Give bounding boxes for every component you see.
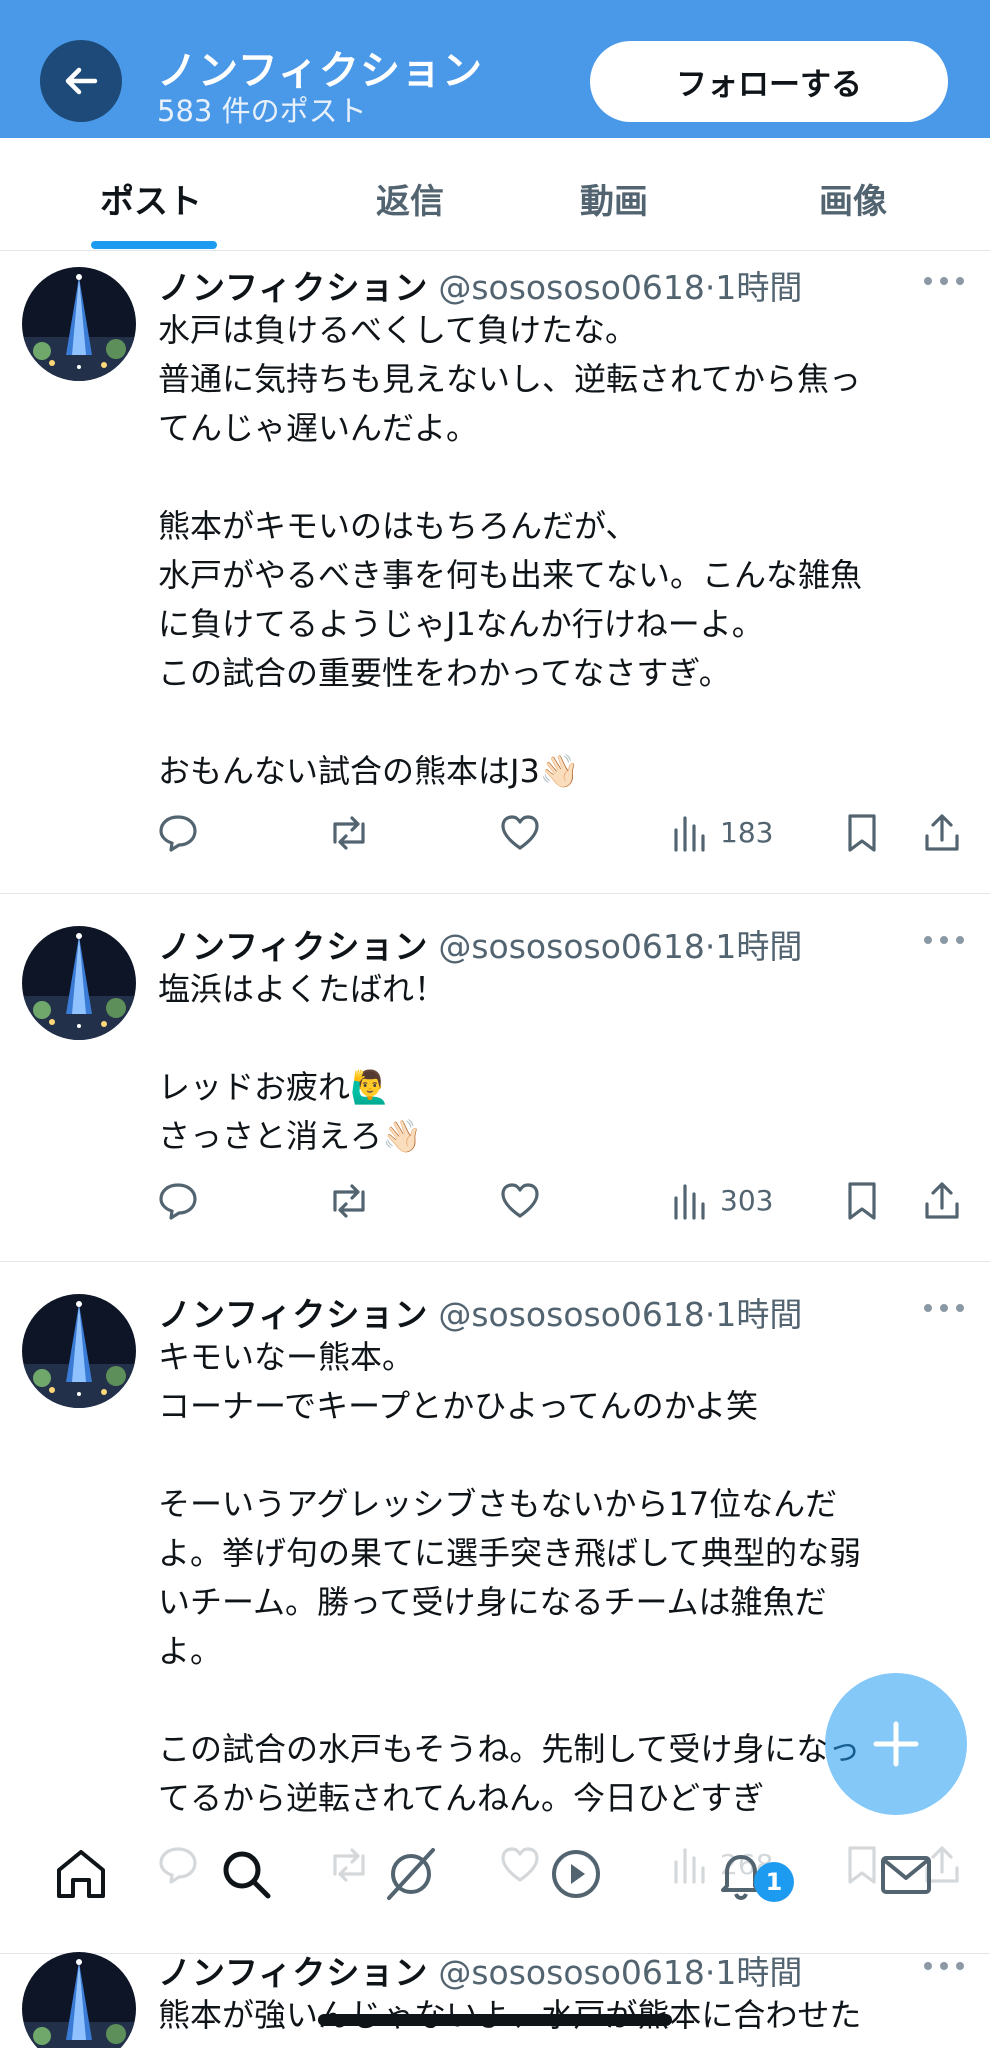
share-icon xyxy=(925,1182,959,1219)
compose-button[interactable] xyxy=(825,1673,967,1815)
play-icon xyxy=(552,1850,600,1898)
notification-badge: 1 xyxy=(754,1862,794,1902)
author-handle[interactable]: @sosososo0618 xyxy=(438,1953,705,1992)
arrow-left-icon xyxy=(65,67,98,95)
post-text: 水戸は負けるべくして負けたな。 普通に気持ちも見えないし、逆転されてから焦っ て… xyxy=(158,311,863,790)
tab-videos[interactable]: 動画 xyxy=(580,174,648,223)
nav-search[interactable] xyxy=(216,1844,276,1904)
post-actions: 183 xyxy=(0,812,990,862)
bookmark-button[interactable] xyxy=(845,1180,879,1222)
reply-button[interactable] xyxy=(157,1180,199,1222)
author-handle[interactable]: @sosososo0618 xyxy=(438,1295,705,1334)
grok-icon xyxy=(387,1848,435,1900)
post-item[interactable]: ノンフィクション@sosososo0618·1時間 熊本が強いんじゃないよ、水戸… xyxy=(0,1926,990,2048)
more-options-icon[interactable] xyxy=(924,277,964,287)
search-icon xyxy=(223,1851,271,1899)
author-handle[interactable]: @sosososo0618 xyxy=(438,268,705,307)
author-name[interactable]: ノンフィクション xyxy=(158,1295,428,1334)
active-tab-indicator xyxy=(91,241,217,249)
tab-images[interactable]: 画像 xyxy=(819,174,887,223)
heart-icon xyxy=(501,1183,539,1218)
post-text: 塩浜はよくたばれ！ レッドお疲れ🙋‍♂️ さっさと消えろ👋🏻 xyxy=(158,970,447,1155)
views-button[interactable]: 303 xyxy=(672,1180,773,1220)
nav-video[interactable] xyxy=(546,1844,606,1904)
views-chart-icon xyxy=(674,1184,705,1220)
reply-button[interactable] xyxy=(157,812,199,854)
post-header: ノンフィクション @sosososo0618·1時間 xyxy=(158,261,802,309)
share-button[interactable] xyxy=(922,812,962,854)
share-icon xyxy=(925,814,959,851)
author-name[interactable]: ノンフィクション xyxy=(158,1953,428,1992)
views-chart-icon xyxy=(674,816,705,852)
nav-messages[interactable] xyxy=(876,1844,936,1904)
post-header: ノンフィクション @sosososo0618·1時間 xyxy=(158,1946,802,1994)
post-time[interactable]: ·1時間 xyxy=(705,1295,803,1334)
post-header: ノンフィクション @sosososo0618·1時間 xyxy=(158,920,802,968)
nav-home[interactable] xyxy=(51,1844,111,1904)
post-time[interactable]: ·1時間 xyxy=(705,1953,803,1992)
views-count: 183 xyxy=(720,815,774,849)
post-item[interactable]: ノンフィクション @sosososo0618·1時間 塩浜はよくたばれ！ レッドお… xyxy=(0,894,990,1262)
post-header: ノンフィクション @sosososo0618·1時間 xyxy=(158,1288,802,1336)
avatar-image xyxy=(22,1952,136,2048)
avatar-image xyxy=(22,267,136,381)
more-options-icon[interactable] xyxy=(924,1962,964,1972)
bookmark-icon xyxy=(848,1182,876,1220)
share-button[interactable] xyxy=(922,1180,962,1222)
more-options-icon[interactable] xyxy=(924,1304,964,1314)
repost-icon xyxy=(333,816,365,850)
post-actions: 303 xyxy=(0,1180,990,1230)
heart-icon xyxy=(501,815,539,850)
views-count: 303 xyxy=(720,1183,774,1217)
author-handle[interactable]: @sosososo0618 xyxy=(438,927,705,966)
home-icon xyxy=(57,1850,105,1898)
like-button[interactable] xyxy=(499,1180,541,1222)
follow-button[interactable]: フォローする xyxy=(590,41,948,122)
reply-icon xyxy=(159,815,197,852)
bookmark-button[interactable] xyxy=(845,812,879,854)
back-button[interactable] xyxy=(40,40,122,122)
post-count: 583 件のポスト xyxy=(157,94,367,128)
post-time[interactable]: ·1時間 xyxy=(705,268,803,307)
plus-icon xyxy=(873,1721,919,1767)
tab-replies[interactable]: 返信 xyxy=(376,174,444,223)
author-name[interactable]: ノンフィクション xyxy=(158,268,428,307)
reply-icon xyxy=(159,1183,197,1220)
repost-icon xyxy=(333,1184,365,1218)
bookmark-icon xyxy=(848,814,876,852)
bottom-navigation xyxy=(0,1836,990,1924)
views-button[interactable]: 183 xyxy=(672,812,773,852)
post-time[interactable]: ·1時間 xyxy=(705,927,803,966)
repost-button[interactable] xyxy=(326,812,372,854)
profile-tabs: ポスト 返信 動画 画像 xyxy=(0,138,990,251)
author-name[interactable]: ノンフィクション xyxy=(158,927,428,966)
like-button[interactable] xyxy=(499,812,541,854)
mail-icon xyxy=(881,1856,931,1894)
tab-posts[interactable]: ポスト xyxy=(100,174,202,223)
nav-grok[interactable] xyxy=(381,1844,441,1904)
avatar-image xyxy=(22,1294,136,1408)
repost-button[interactable] xyxy=(326,1180,372,1222)
more-options-icon[interactable] xyxy=(924,936,964,946)
avatar[interactable] xyxy=(22,267,136,381)
avatar[interactable] xyxy=(22,1952,136,2048)
avatar[interactable] xyxy=(22,1294,136,1408)
post-item[interactable]: ノンフィクション @sosososo0618·1時間 水戸は負けるべくして負けたな… xyxy=(0,251,990,894)
home-indicator[interactable] xyxy=(318,2014,672,2026)
post-text: キモいなー熊本。 コーナーでキープとかひよってんのかよ笑 そーいうアグレッシブさ… xyxy=(158,1338,862,1817)
avatar-image xyxy=(22,926,136,1040)
avatar[interactable] xyxy=(22,926,136,1040)
profile-header: ノンフィクション 583 件のポスト フォローする xyxy=(0,0,990,138)
